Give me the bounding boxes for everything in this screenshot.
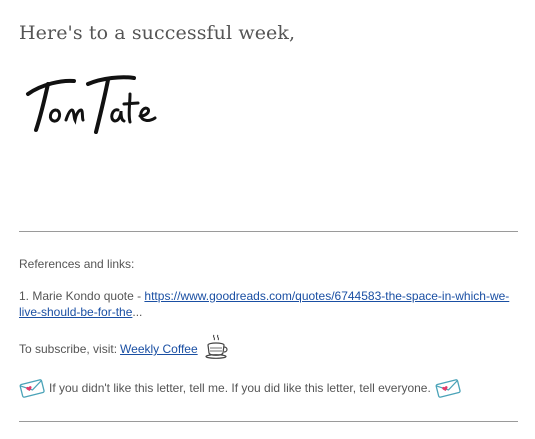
reference-item: 1. Marie Kondo quote - https://www.goodr… — [19, 288, 515, 320]
divider — [19, 421, 518, 422]
coffee-cup-icon — [205, 334, 228, 359]
signature-image — [26, 75, 157, 134]
feedback-text: If you didn't like this letter, tell me.… — [49, 381, 431, 395]
divider — [19, 231, 518, 232]
subscribe-line: To subscribe, visit: Weekly Coffee — [19, 334, 229, 359]
reference-prefix: 1. Marie Kondo quote - — [19, 289, 145, 303]
love-letter-envelope-icon — [19, 379, 45, 398]
references-heading: References and links: — [19, 257, 135, 271]
weekly-coffee-link[interactable]: Weekly Coffee — [120, 341, 198, 357]
reference-ellipsis: ... — [132, 305, 143, 319]
feedback-line: If you didn't like this letter, tell me.… — [19, 377, 461, 399]
subscribe-label: To subscribe, visit: — [19, 342, 118, 356]
closing-line: Here's to a successful week, — [19, 22, 296, 44]
love-letter-envelope-icon — [435, 379, 461, 398]
